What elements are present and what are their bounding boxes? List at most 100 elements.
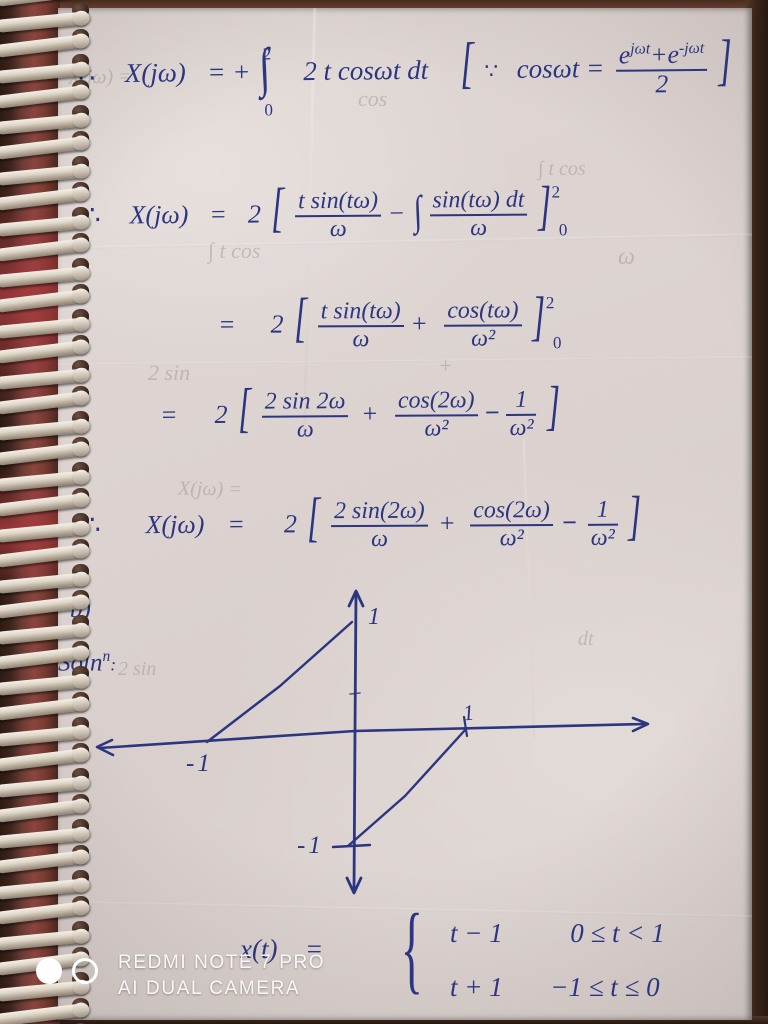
line4-plus: + <box>360 398 379 429</box>
line1-note-num-exp1: jωt <box>630 40 651 58</box>
graph-label-y-top: 1 <box>368 604 380 630</box>
line2-term2: sin(tω) dt ω <box>429 186 528 241</box>
line4-equals: = <box>159 400 178 430</box>
spiral-coil <box>0 1002 89 1024</box>
line3-term2: cos(tω) ω² <box>444 297 522 351</box>
line5-term2-num: cos(2ω) <box>473 497 550 524</box>
line3-equals: = <box>217 309 236 339</box>
line3-coefficient: 2 <box>270 309 284 339</box>
line5-term3: 1 ω² <box>587 496 618 550</box>
watermark-line-2: AI DUAL CAMERA <box>118 978 301 999</box>
line2-limit-upper: 2 <box>551 182 561 202</box>
lens-ring-icon <box>72 958 98 984</box>
line3-term2-den: ω² <box>444 323 522 351</box>
equation-line-3: = 2 [ t sin(tω) ω + cos(tω) ω² ] 2 0 <box>218 281 580 353</box>
line4-term3-den: ω² <box>506 413 537 441</box>
ghost-text-7: dt <box>578 628 594 650</box>
line4-term2-num: cos(2ω) <box>397 387 475 414</box>
line2-term1-den: ω <box>295 214 382 242</box>
piecewise-brace: { <box>400 894 423 1005</box>
piecewise-row-0: t − 1 0 ≤ t < 1 <box>450 918 665 949</box>
line2-coefficient: 2 <box>247 199 262 229</box>
line1-note-num-e2: e <box>667 39 680 69</box>
line1-note-num-exp2: -jωt <box>678 39 705 58</box>
line5-term2: cos(2ω) ω² <box>470 497 554 551</box>
line1-integral-upper: 2 <box>262 44 272 64</box>
line3-term1-den: ω <box>317 324 404 352</box>
line5-term1: 2 sin(2ω) ω <box>331 497 428 551</box>
graph-label-x-left: -1 <box>186 750 213 777</box>
line2-integral-sign: ∫ <box>412 187 423 234</box>
line3-open-bracket: [ <box>293 286 308 348</box>
line2-equals: = <box>209 199 228 229</box>
line1-note-text: cosωt = <box>516 52 605 84</box>
line2-minus: − <box>387 198 406 228</box>
line4-term2: cos(2ω) ω² <box>395 387 478 441</box>
line2-term1-num: t sin(tω) <box>297 187 379 215</box>
line2-close-bracket: ] <box>537 174 552 236</box>
line4-term3-num: 1 <box>515 386 528 414</box>
ghost-text-9: 2 sin <box>118 658 157 680</box>
line4-term1: 2 sin 2ω ω <box>261 388 349 442</box>
watermark-line-1: REDMI NOTE 7 PRO <box>118 952 326 973</box>
line1-equals: = <box>207 56 226 88</box>
soln-label-colon: : <box>110 654 117 675</box>
piecewise-row-0-domain: 0 ≤ t < 1 <box>570 918 665 948</box>
line2-term1: t sin(tω) ω <box>295 187 382 242</box>
lens-filled-icon <box>36 958 62 984</box>
notebook-photo: X(jω) = cos ∫ t cos ω 2 sin + dt X(jω) =… <box>0 0 768 1024</box>
spiral-binding <box>0 0 96 1024</box>
line1-integral-lower: 0 <box>264 100 274 120</box>
line3-close-bracket: ] <box>531 285 546 347</box>
line1-note-denominator: 2 <box>615 68 708 98</box>
ghost-text-4: ω <box>618 244 635 270</box>
line4-open-bracket: [ <box>237 376 252 438</box>
line1-note-close-bracket: ] <box>717 28 733 92</box>
line5-term2-den: ω² <box>470 523 554 551</box>
line3-plus: + <box>410 308 428 338</box>
line5-term3-den: ω² <box>587 523 618 550</box>
equation-line-5: ∴ X(jω) = 2 [ 2 sin(2ω) ω + cos(2ω) ω² −… <box>84 481 646 554</box>
equation-line-4: = 2 [ 2 sin 2ω ω + cos(2ω) ω² − 1 ω² ] <box>160 371 565 444</box>
piecewise-row-1-expr: t + 1 <box>450 972 503 1002</box>
line1-note-numerator: ejωt+e-jωt <box>616 39 708 70</box>
line5-close-bracket: ] <box>628 484 642 546</box>
line5-plus: + <box>438 508 456 538</box>
line4-term1-den: ω <box>261 414 349 442</box>
line4-term2-den: ω² <box>395 413 478 441</box>
line2-limit-lower: 0 <box>558 220 568 240</box>
line2-term2-num: sin(tω) dt <box>432 186 525 214</box>
line3-term1-num: t sin(tω) <box>320 298 401 325</box>
line2-open-bracket: [ <box>271 176 285 238</box>
line5-term3-num: 1 <box>596 496 609 523</box>
piecewise-row-0-expr: t − 1 <box>450 918 503 948</box>
piecewise-row-1-domain: −1 ≤ t ≤ 0 <box>550 972 660 1002</box>
line5-coefficient: 2 <box>283 509 297 539</box>
line4-term3: 1 ω² <box>506 386 537 441</box>
line3-term2-num: cos(tω) <box>447 297 519 324</box>
line4-close-bracket: ] <box>546 374 561 436</box>
line1-note-fraction: ejωt+e-jωt 2 <box>615 39 708 98</box>
line3-limit-upper: 2 <box>545 293 555 313</box>
line3-limit-lower: 0 <box>552 333 562 353</box>
paper-crease-3 <box>58 356 752 366</box>
line2-term2-den: ω <box>429 213 528 241</box>
line1-note-num-e1: e <box>618 40 631 70</box>
line1-note-open-bracket: [ <box>459 31 474 95</box>
line3-term1: t sin(tω) ω <box>317 298 404 352</box>
line4-coefficient: 2 <box>214 399 228 430</box>
line1-integrand: 2 t cosωt dt <box>303 54 429 87</box>
line1-note-num-plus: + <box>650 39 668 69</box>
line5-term1-num: 2 sin(2ω) <box>334 497 425 525</box>
line1-note-because: ∵ <box>484 59 499 84</box>
line4-term1-num: 2 sin 2ω <box>264 388 346 415</box>
line5-open-bracket: [ <box>307 486 321 548</box>
graph-label-y-bottom: -1 <box>297 832 324 859</box>
line5-minus: − <box>561 507 578 537</box>
line2-lhs: X(jω) <box>129 200 189 230</box>
line5-term1-den: ω <box>331 524 428 551</box>
equation-line-2: ∴ X(jω) = 2 [ t sin(tω) ω − ∫ sin(tω) dt… <box>84 170 586 243</box>
line1-plus: + <box>232 56 251 87</box>
piecewise-row-1: t + 1 −1 ≤ t ≤ 0 <box>450 972 660 1003</box>
line1-lhs: X(jω) <box>124 57 186 88</box>
